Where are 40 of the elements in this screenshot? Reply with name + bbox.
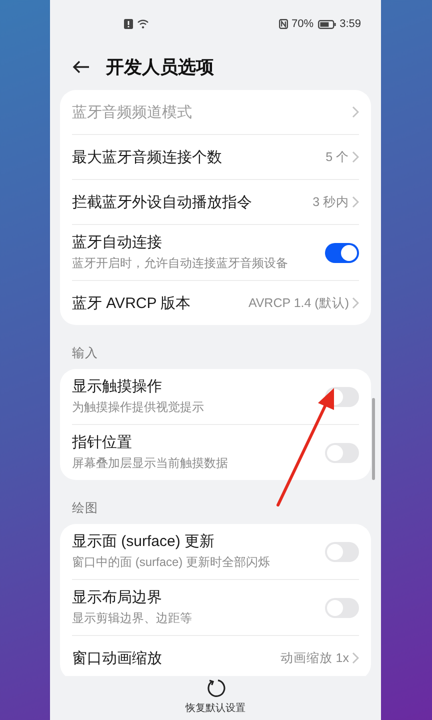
toggle-switch[interactable] [325, 242, 359, 262]
alert-icon [124, 19, 133, 29]
setting-value: 5 个 [326, 148, 349, 166]
nfc-icon [278, 19, 288, 29]
battery-percent: 70% [292, 18, 314, 30]
setting-title: 显示面 (surface) 更新 [72, 532, 216, 551]
back-arrow-icon[interactable] [72, 60, 90, 74]
wifi-icon [137, 19, 149, 29]
toggle-switch[interactable] [325, 442, 359, 462]
chevron-icon[interactable] [352, 652, 359, 664]
setting-title: 显示触摸操作 [72, 377, 163, 396]
page-title: 开发人员选项 [106, 56, 214, 79]
battery-icon [318, 20, 336, 28]
setting-title: 最大蓝牙音频连接个数 [72, 148, 223, 166]
chevron-icon[interactable] [352, 106, 359, 118]
setting-title: 指针位置 [72, 433, 133, 452]
toggle-switch[interactable] [325, 598, 359, 618]
setting-title: 蓝牙自动连接 [72, 233, 163, 252]
reset-defaults-button[interactable]: 恢复默认设置 [186, 678, 246, 715]
section-header: 输入 [71, 345, 99, 362]
setting-title: 蓝牙 AVRCP 版本 [72, 294, 192, 312]
setting-description: 蓝牙开启时，允许自动连接蓝牙音频设备 [72, 255, 289, 272]
setting-title: 蓝牙音频频道模式 [72, 102, 193, 122]
clock-time: 3:59 [340, 18, 361, 30]
setting-description: 屏幕叠加层显示当前触摸数据 [72, 455, 229, 472]
section-header: 绘图 [71, 500, 99, 517]
toggle-switch[interactable] [325, 542, 359, 562]
chevron-icon[interactable] [352, 196, 359, 208]
setting-description: 显示剪辑边界、边距等 [72, 610, 193, 627]
setting-value: 动画缩放 1x [280, 650, 349, 666]
chevron-icon[interactable] [352, 151, 359, 163]
chevron-icon[interactable] [352, 297, 359, 309]
setting-title: 拦截蓝牙外设自动播放指令 [72, 192, 253, 212]
setting-title: 窗口动画缩放 [72, 648, 163, 668]
setting-description: 窗口中的面 (surface) 更新时全部闪烁 [72, 554, 272, 571]
setting-title: 显示布局边界 [72, 588, 163, 607]
setting-value: 3 秒内 [312, 194, 349, 210]
setting-value: AVRCP 1.4 (默认) [248, 294, 349, 312]
reset-icon [206, 678, 226, 698]
setting-description: 为触摸操作提供视觉提示 [72, 399, 205, 416]
